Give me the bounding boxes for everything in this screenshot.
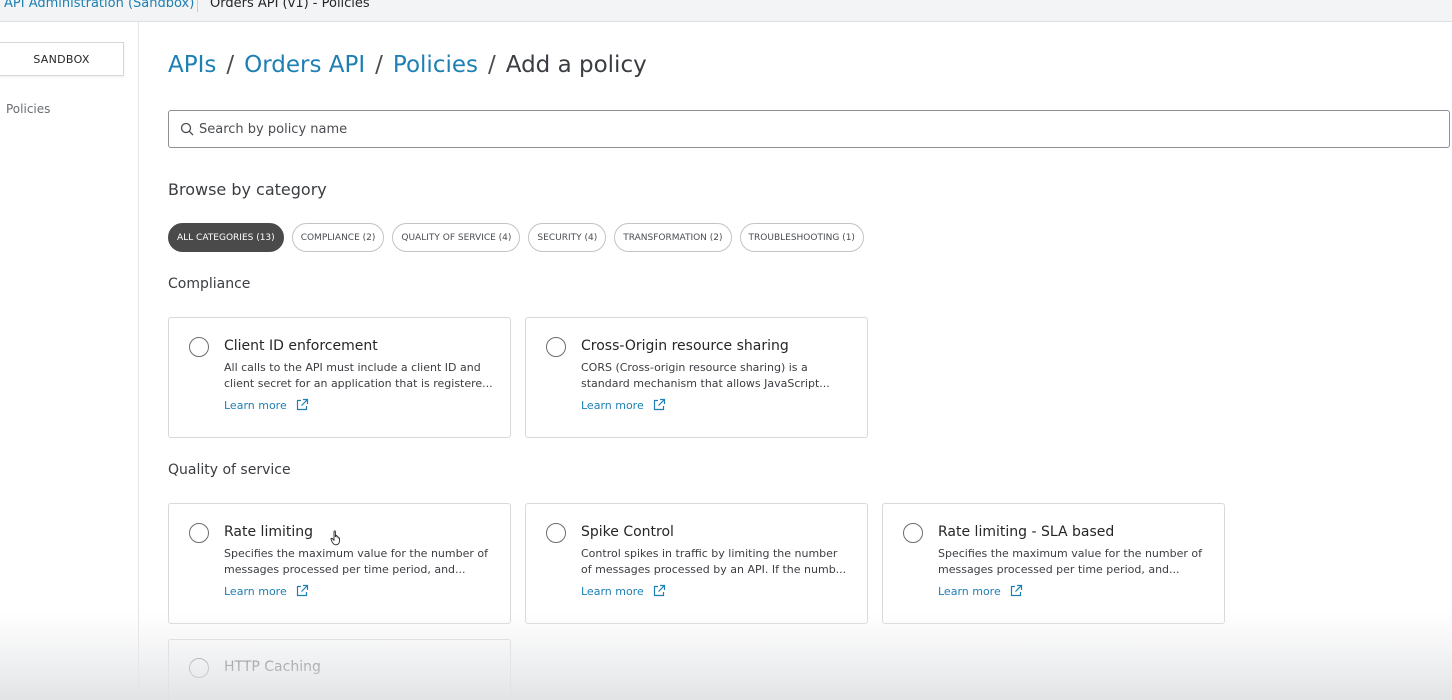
chip-quality-of-service[interactable]: QUALITY OF SERVICE (4) — [392, 223, 521, 252]
policy-radio[interactable] — [903, 523, 923, 543]
policy-name: Client ID enforcement — [224, 338, 378, 354]
policy-card-spike-control[interactable]: Spike Control Control spikes in traffic … — [525, 503, 868, 624]
topbar-separator — [197, 0, 198, 12]
policy-radio[interactable] — [189, 337, 209, 357]
topbar-crumb-api-administration[interactable]: API Administration (Sandbox) — [4, 0, 194, 10]
external-link-icon — [1010, 584, 1022, 597]
learn-more-link[interactable]: Learn more — [581, 398, 666, 412]
learn-more-label: Learn more — [938, 584, 1001, 598]
category-filter-chips: ALL CATEGORIES (13) COMPLIANCE (2) QUALI… — [168, 223, 864, 252]
chip-compliance[interactable]: COMPLIANCE (2) — [291, 223, 385, 252]
policy-card-http-caching[interactable]: HTTP Caching — [168, 639, 511, 700]
policy-description-line: CORS (Cross-origin resource sharing) is … — [581, 361, 808, 374]
policy-description-line: All calls to the API must include a clie… — [224, 361, 481, 374]
external-link-icon — [653, 584, 665, 597]
external-link-icon — [296, 584, 308, 597]
breadcrumb-policies[interactable]: Policies — [393, 52, 478, 78]
browse-by-category-heading: Browse by category — [168, 180, 327, 199]
chip-security[interactable]: SECURITY (4) — [528, 223, 607, 252]
section-title-quality-of-service: Quality of service — [168, 462, 291, 478]
search-box — [168, 110, 1450, 148]
top-breadcrumb-bar: API Administration (Sandbox) Orders API … — [0, 0, 1452, 22]
policy-description-line: messages processed per time period, and.… — [224, 563, 466, 576]
search-icon — [180, 122, 194, 136]
learn-more-label: Learn more — [224, 398, 287, 412]
learn-more-link[interactable]: Learn more — [581, 584, 666, 598]
chip-troubleshooting[interactable]: TROUBLESHOOTING (1) — [739, 223, 864, 252]
hand-pointer-cursor-icon — [330, 530, 340, 546]
policy-description-line: messages processed per time period, and.… — [938, 563, 1180, 576]
policy-name: HTTP Caching — [224, 659, 321, 675]
learn-more-link[interactable]: Learn more — [224, 398, 309, 412]
sidebar: SANDBOX Policies — [0, 22, 139, 700]
policy-description-line: standard mechanism that allows JavaScrip… — [581, 377, 830, 390]
sidebar-item-policies[interactable]: Policies — [6, 102, 50, 116]
policy-name: Rate limiting — [224, 524, 313, 540]
chip-all-categories[interactable]: ALL CATEGORIES (13) — [168, 223, 284, 252]
topbar-crumb-current: Orders API (v1) - Policies — [210, 0, 370, 11]
main-content: APIs / Orders API / Policies / Add a policy Br… — [168, 22, 1450, 700]
external-link-icon — [296, 398, 308, 411]
page-title: Add a policy — [505, 52, 647, 78]
policy-description: CORS (Cross-origin resource sharing) is … — [581, 360, 853, 392]
learn-more-link[interactable]: Learn more — [224, 584, 309, 598]
learn-more-label: Learn more — [581, 398, 644, 412]
policy-description: All calls to the API must include a clie… — [224, 360, 496, 392]
policy-description-line: Specifies the maximum value for the numb… — [224, 547, 488, 560]
policy-card-rate-limiting[interactable]: Rate limiting Specifies the maximum valu… — [168, 503, 511, 624]
search-input[interactable] — [199, 111, 1399, 147]
environment-button[interactable]: SANDBOX — [0, 42, 124, 76]
policy-description: Control spikes in traffic by limiting th… — [581, 546, 853, 578]
policy-card-client-id-enforcement[interactable]: Client ID enforcement All calls to the A… — [168, 317, 511, 438]
policy-name: Rate limiting - SLA based — [938, 524, 1115, 540]
policy-name: Spike Control — [581, 524, 674, 540]
breadcrumb: APIs / Orders API / Policies / Add a policy — [168, 52, 647, 78]
policy-card-rate-limiting-sla[interactable]: Rate limiting - SLA based Specifies the … — [882, 503, 1225, 624]
policy-radio[interactable] — [189, 523, 209, 543]
breadcrumb-separator: / — [488, 52, 496, 78]
learn-more-label: Learn more — [224, 584, 287, 598]
learn-more-link[interactable]: Learn more — [938, 584, 1023, 598]
policy-name: Cross-Origin resource sharing — [581, 338, 789, 354]
policy-radio[interactable] — [546, 337, 566, 357]
policy-radio[interactable] — [546, 523, 566, 543]
policy-description-line: client secret for an application that is… — [224, 377, 493, 390]
policy-description-line: of messages processed by an API. If the … — [581, 563, 847, 576]
policy-description: Specifies the maximum value for the numb… — [938, 546, 1210, 578]
policy-description-line: Specifies the maximum value for the numb… — [938, 547, 1202, 560]
breadcrumb-separator: / — [375, 52, 383, 78]
policy-radio[interactable] — [189, 658, 209, 678]
breadcrumb-apis[interactable]: APIs — [168, 52, 216, 78]
breadcrumb-separator: / — [226, 52, 235, 78]
learn-more-label: Learn more — [581, 584, 644, 598]
external-link-icon — [653, 398, 665, 411]
policy-description: Specifies the maximum value for the numb… — [224, 546, 496, 578]
breadcrumb-orders-api[interactable]: Orders API — [244, 52, 365, 78]
section-title-compliance: Compliance — [168, 276, 251, 292]
chip-transformation[interactable]: TRANSFORMATION (2) — [614, 223, 732, 252]
policy-description-line: Control spikes in traffic by limiting th… — [581, 547, 838, 560]
policy-card-cors[interactable]: Cross-Origin resource sharing CORS (Cros… — [525, 317, 868, 438]
